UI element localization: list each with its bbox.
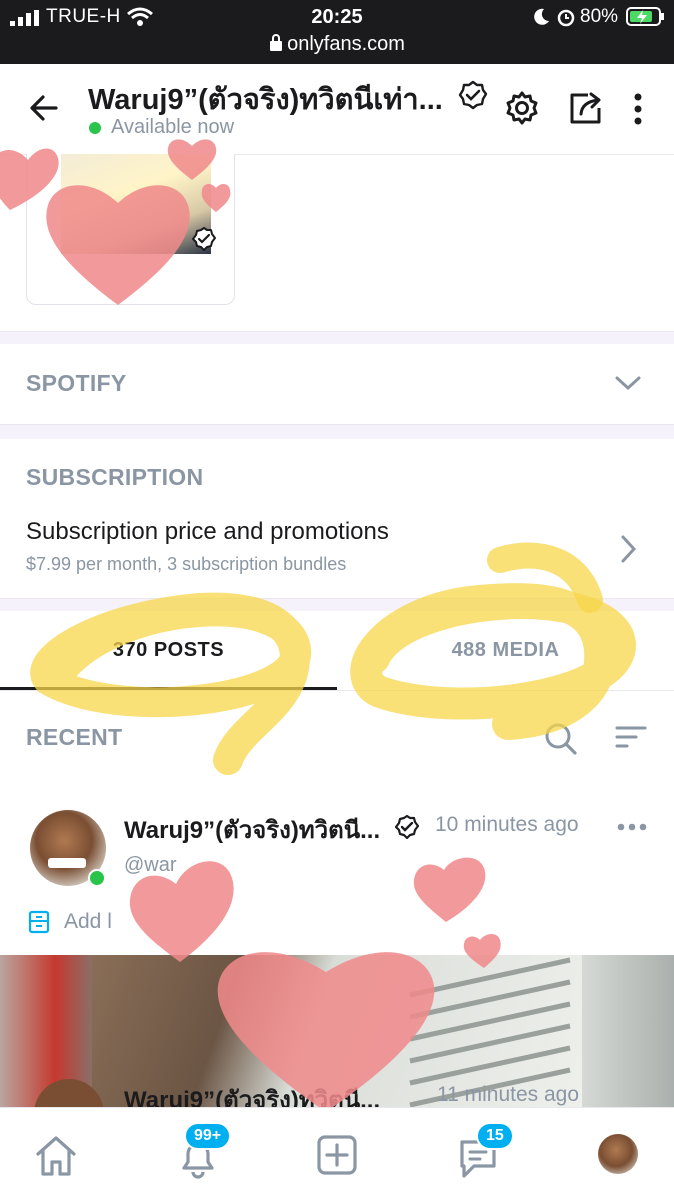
chevron-down-icon[interactable] xyxy=(614,374,642,392)
subscription-subtitle: $7.99 per month, 3 subscription bundles xyxy=(26,554,347,574)
feed-toolbar: RECENT xyxy=(0,690,674,780)
gear-icon[interactable] xyxy=(504,90,540,126)
lock-icon xyxy=(270,34,283,51)
post-timestamp: 10 minutes ago xyxy=(435,813,579,836)
avatar-card xyxy=(26,154,235,305)
search-icon[interactable] xyxy=(544,722,578,756)
profile-avatar-tab[interactable] xyxy=(598,1134,638,1174)
subscription-row[interactable]: Subscription price and promotions $7.99 … xyxy=(0,508,674,588)
online-dot xyxy=(89,122,101,134)
post-card: Waruj9”(ตัวจริง)ทวิตนี... 10 minutes ago… xyxy=(0,790,674,955)
section-divider xyxy=(0,331,674,344)
add-post-icon[interactable] xyxy=(316,1134,358,1176)
more-options-icon[interactable] xyxy=(628,92,648,126)
verified-icon xyxy=(192,227,216,251)
subscription-section: SUBSCRIPTION Subscription price and prom… xyxy=(0,438,674,598)
moon-icon xyxy=(534,8,549,25)
profile-photo xyxy=(61,154,211,254)
spotify-section[interactable]: SPOTIFY xyxy=(0,344,674,424)
online-dot xyxy=(88,869,106,887)
label-icon xyxy=(28,910,50,934)
post-author-name: Waruj9”(ตัวจริง)ทวิตนี... xyxy=(124,1087,381,1107)
share-icon[interactable] xyxy=(568,90,604,126)
bottom-nav: 99+ 15 xyxy=(0,1107,674,1201)
chevron-right-icon[interactable] xyxy=(618,534,638,564)
notifications-badge: 99+ xyxy=(184,1122,232,1150)
address-bar[interactable]: onlyfans.com xyxy=(0,33,674,56)
battery-icon xyxy=(626,7,664,26)
post-author-handle[interactable]: @war xyxy=(124,854,177,877)
tab-media-label: 488 MEDIA xyxy=(451,639,560,661)
subscription-heading: SUBSCRIPTION xyxy=(26,464,204,490)
profile-header: Waruj9”(ตัวจริง)ทวิตนีเท่า... Available … xyxy=(0,64,674,155)
sort-icon[interactable] xyxy=(614,724,648,752)
more-options-icon[interactable] xyxy=(617,822,647,832)
back-arrow-icon[interactable] xyxy=(28,92,60,124)
url-text: onlyfans.com xyxy=(287,33,405,55)
post-media[interactable]: Waruj9”(ตัวจริง)ทวิตนี... 11 minutes ago xyxy=(0,955,674,1107)
verified-icon xyxy=(458,80,488,110)
home-icon[interactable] xyxy=(34,1134,78,1178)
post-timestamp: 11 minutes ago xyxy=(437,1083,580,1106)
profile-tabs: 370 POSTS 488 MEDIA xyxy=(0,610,674,691)
recent-label: RECENT xyxy=(26,724,123,750)
battery-percent: 80% xyxy=(580,6,619,27)
media-blur-right xyxy=(582,955,674,1107)
messages-badge: 15 xyxy=(476,1122,514,1150)
section-divider xyxy=(0,424,674,439)
tab-media[interactable]: 488 MEDIA xyxy=(337,610,674,690)
subscription-title: Subscription price and promotions xyxy=(26,518,389,545)
spotify-label: SPOTIFY xyxy=(26,370,127,396)
post-author-name[interactable]: Waruj9”(ตัวจริง)ทวิตนี... xyxy=(124,810,380,849)
tab-posts-label: 370 POSTS xyxy=(112,639,225,661)
add-label-button[interactable]: Add l xyxy=(64,910,112,934)
status-bar: TRUE-H 20:25 80% onlyfans.com xyxy=(0,0,674,64)
tab-posts[interactable]: 370 POSTS xyxy=(0,610,337,690)
avatar-detail xyxy=(48,858,86,868)
verified-icon xyxy=(394,814,420,840)
availability-status: Available now xyxy=(111,116,235,138)
alarm-icon xyxy=(557,9,575,27)
